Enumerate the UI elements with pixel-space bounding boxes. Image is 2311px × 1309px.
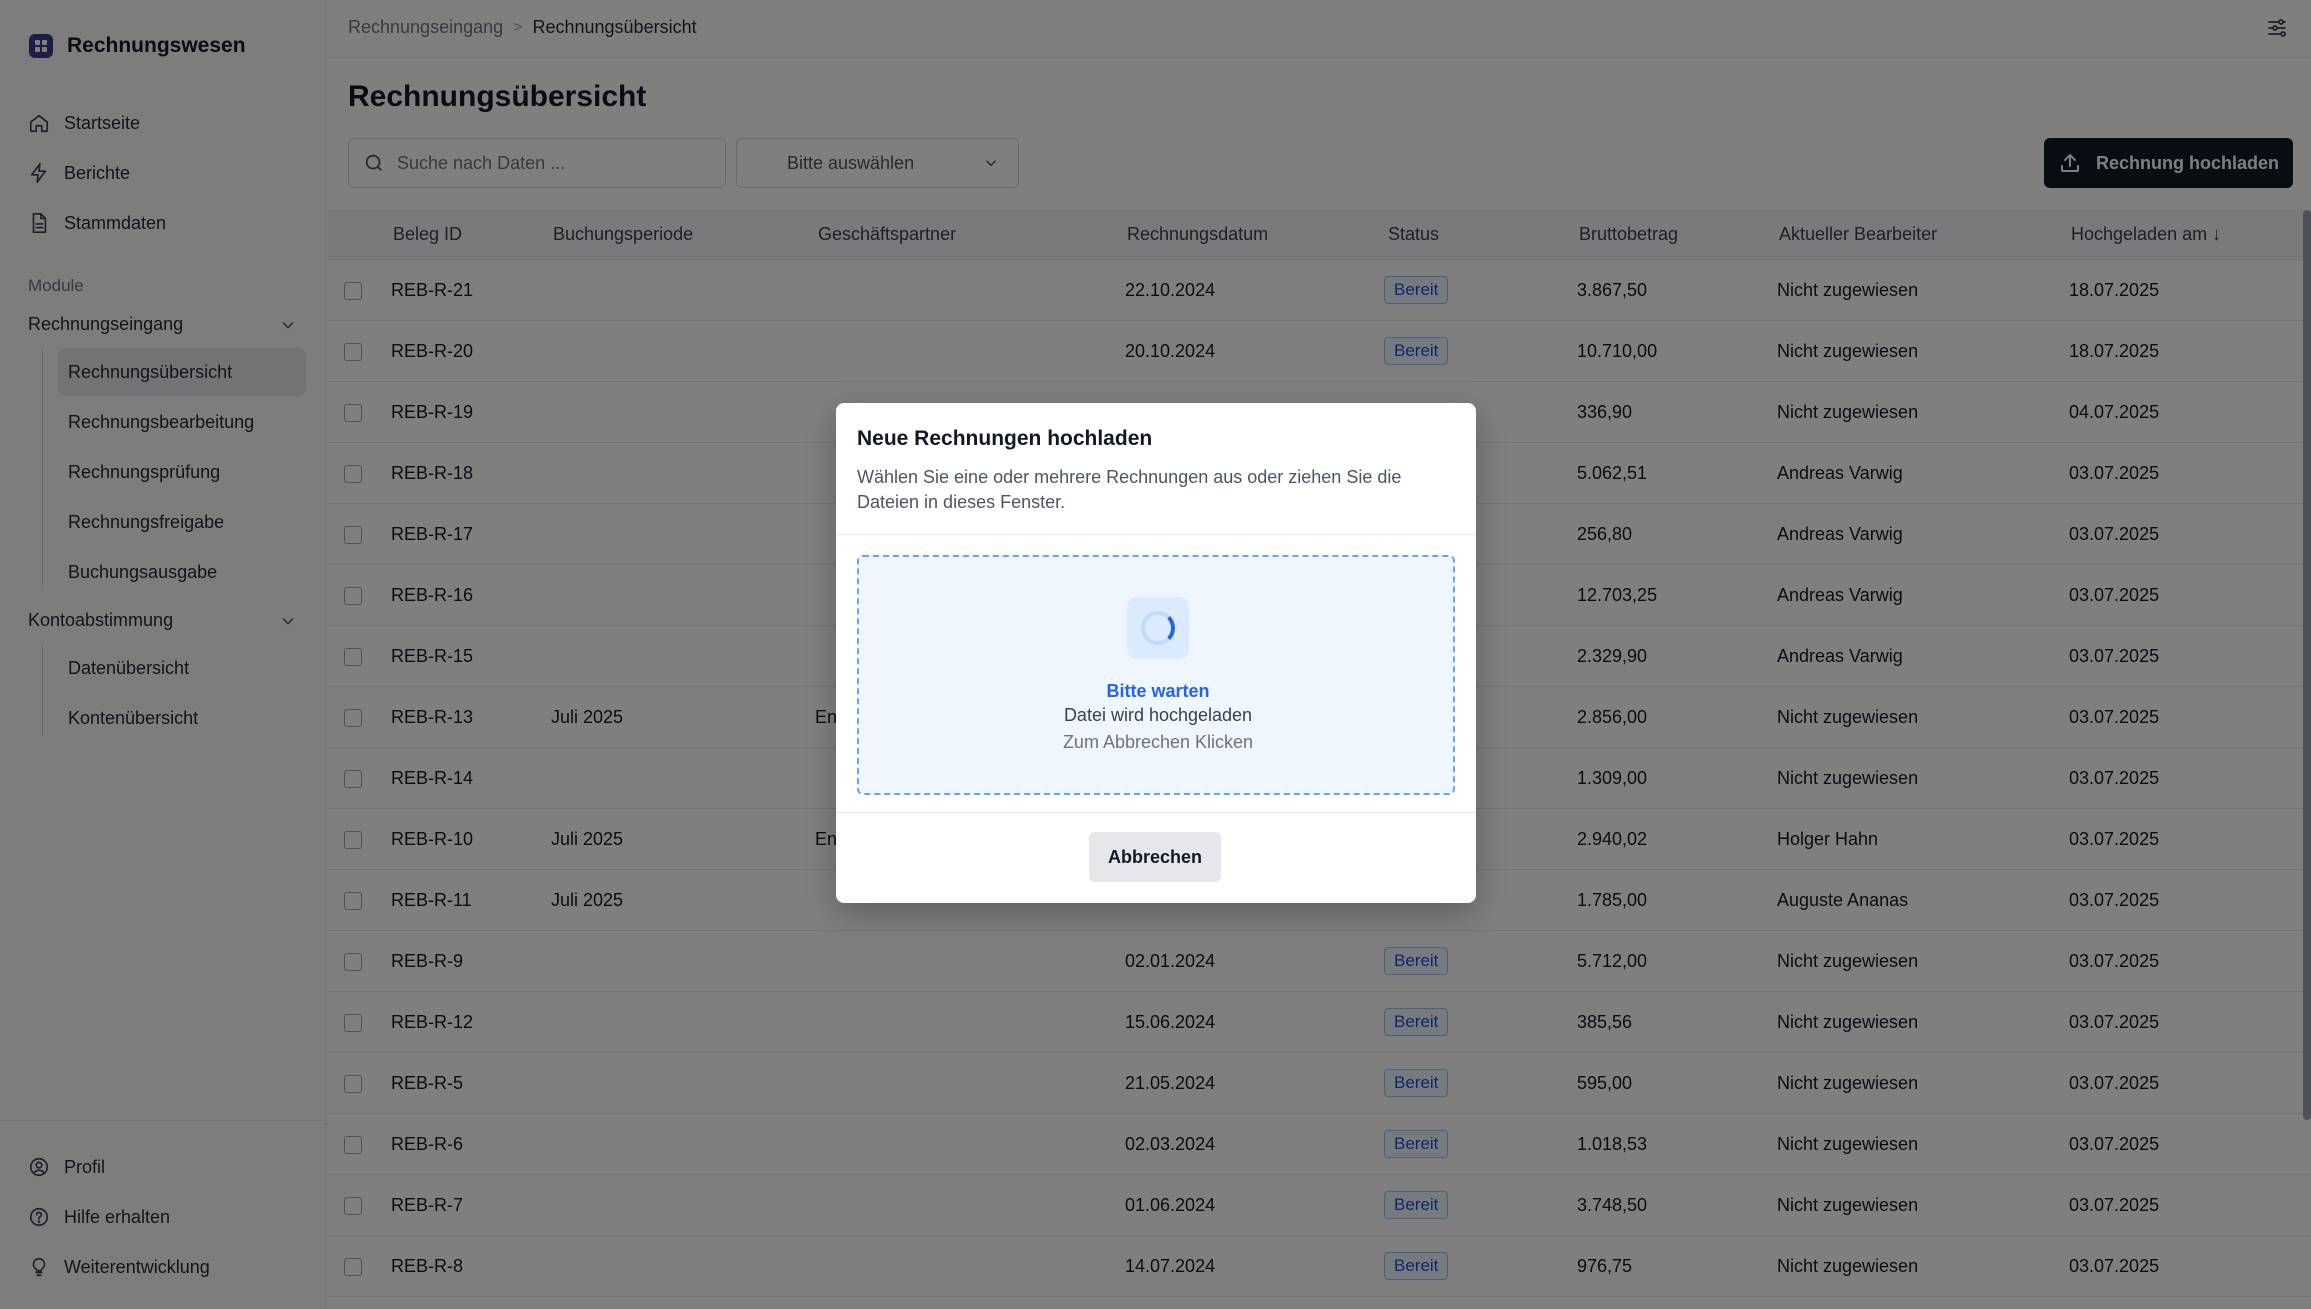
- dialog-divider: [836, 534, 1476, 535]
- dropzone-subtitle: Datei wird hochgeladen: [1063, 705, 1253, 725]
- dialog-title: Neue Rechnungen hochladen: [857, 427, 1153, 450]
- dropzone-cancel-hint[interactable]: Zum Abbrechen Klicken: [859, 732, 1457, 753]
- dialog-divider: [836, 812, 1476, 813]
- dialog-description: Wählen Sie eine oder mehrere Rechnungen …: [857, 467, 1402, 512]
- dropzone-title: Bitte warten: [1106, 681, 1210, 701]
- upload-dropzone[interactable]: Bitte warten Datei wird hochgeladen Zum …: [857, 555, 1455, 795]
- spinner-icon: [1127, 597, 1189, 659]
- upload-dialog: Neue Rechnungen hochladen Wählen Sie ein…: [836, 403, 1476, 903]
- cancel-button[interactable]: Abbrechen: [1089, 832, 1221, 882]
